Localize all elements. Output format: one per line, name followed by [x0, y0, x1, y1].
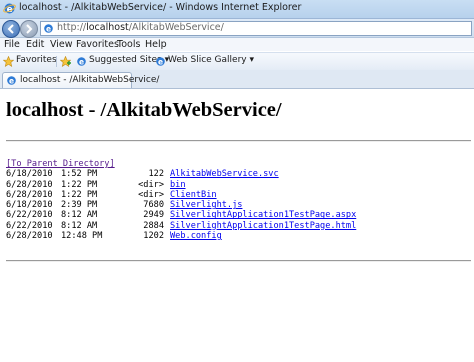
file-time: 8:12 AM — [61, 220, 98, 231]
file-time: 1:22 PM — [61, 179, 98, 190]
ie-page-icon: e — [7, 76, 16, 86]
url-text: http://localhost/AlkitabWebService/ — [57, 22, 224, 33]
menu-bar: File Edit View Favorites Tools Help — [0, 38, 474, 51]
file-size: 122 — [148, 169, 164, 180]
tab-active[interactable]: e localhost - /AlkitabWebService/ — [2, 72, 159, 88]
menu-view[interactable]: View — [50, 39, 73, 50]
file-time: 8:12 AM — [61, 210, 98, 221]
menu-favorites[interactable]: Favorites — [76, 39, 119, 50]
file-time: 12:48 PM — [61, 231, 103, 242]
page-title: localhost - /AlkitabWebService/ — [6, 99, 282, 121]
file-date: 6/22/2010 — [6, 210, 53, 221]
back-arrow-icon — [7, 24, 14, 34]
favorites-bar: Favorites e Suggested Sites ▾ e Web Slic… — [0, 52, 474, 71]
file-date: 6/22/2010 — [6, 220, 53, 231]
address-bar: e http://localhost/AlkitabWebService/ — [0, 19, 474, 38]
file-time: 1:22 PM — [61, 189, 98, 200]
add-favorite-icon[interactable] — [60, 56, 71, 67]
svg-text:e: e — [9, 77, 14, 86]
file-date: 6/28/2010 — [6, 179, 53, 190]
file-size: 2884 — [143, 220, 164, 231]
page-content: localhost - /AlkitabWebService/ [To Pare… — [0, 89, 474, 362]
file-date: 6/18/2010 — [6, 169, 53, 180]
menu-tools[interactable]: Tools — [117, 39, 140, 50]
file-size: <dir> — [138, 179, 164, 190]
menu-edit[interactable]: Edit — [26, 39, 44, 50]
favorites-button[interactable]: Favorites — [16, 55, 57, 65]
file-date: 6/28/2010 — [6, 189, 53, 200]
svg-text:e: e — [46, 25, 51, 34]
title-bar: e localhost - /AlkitabWebService/ - Wind… — [0, 0, 474, 19]
forward-arrow-icon — [26, 24, 33, 34]
list-item: 6/28/2010 1:22 PM <dir> ClientBin — [6, 190, 356, 200]
list-item: 6/18/2010 2:39 PM 7680 Silverlight.js — [6, 200, 356, 210]
tab-title: localhost - /AlkitabWebService/ — [20, 75, 160, 85]
window-title: localhost - /AlkitabWebService/ - Window… — [19, 2, 302, 13]
chevron-down-icon: ▾ — [249, 55, 255, 65]
separator — [56, 56, 57, 67]
file-link[interactable]: Silverlight.js — [170, 200, 242, 210]
suggested-sites-icon: e — [77, 57, 86, 67]
parent-directory-link[interactable]: [To Parent Directory] — [6, 159, 115, 169]
file-size: 7680 — [143, 200, 164, 211]
web-slice-icon: e — [156, 57, 165, 67]
ie-page-icon: e — [44, 24, 53, 34]
list-item: 6/22/2010 8:12 AM 2949 SilverlightApplicati… — [6, 210, 356, 220]
list-item: 6/28/2010 12:48 PM 1202 Web.config — [6, 231, 356, 241]
file-time: 2:39 PM — [61, 200, 98, 211]
menu-file[interactable]: File — [4, 39, 20, 50]
file-link[interactable]: SilverlightApplication1TestPage.aspx — [170, 210, 356, 220]
directory-listing: [To Parent Directory] 6/18/2010 1:52 PM 12… — [6, 159, 356, 241]
list-item: 6/28/2010 1:22 PM <dir> bin — [6, 180, 356, 190]
favorites-star-icon — [3, 56, 14, 67]
tab-bar: e localhost - /AlkitabWebService/ — [0, 70, 474, 89]
file-link[interactable]: AlkitabWebService.svc — [170, 169, 279, 179]
file-date: 6/18/2010 — [6, 200, 53, 211]
list-item: 6/18/2010 1:52 PM 122 AlkitabWebService.svc — [6, 169, 356, 179]
file-time: 1:52 PM — [61, 169, 98, 180]
menu-help[interactable]: Help — [145, 39, 167, 50]
folder-link[interactable]: ClientBin — [170, 190, 217, 200]
list-item: 6/22/2010 8:12 AM 2884 SilverlightApplicati… — [6, 221, 356, 231]
file-link[interactable]: Web.config — [170, 231, 222, 241]
divider — [6, 140, 471, 142]
forward-button[interactable] — [20, 20, 38, 38]
ie-icon: e — [3, 3, 16, 15]
file-date: 6/28/2010 — [6, 231, 53, 242]
file-size: 2949 — [143, 210, 164, 221]
url-input[interactable]: e http://localhost/AlkitabWebService/ — [40, 21, 472, 36]
file-size: 1202 — [143, 231, 164, 242]
folder-link[interactable]: bin — [170, 180, 186, 190]
divider — [6, 260, 471, 262]
back-button[interactable] — [2, 20, 20, 38]
file-size: <dir> — [138, 189, 164, 200]
svg-text:e: e — [79, 58, 84, 67]
file-link[interactable]: SilverlightApplication1TestPage.html — [170, 221, 356, 231]
svg-text:e: e — [158, 58, 163, 67]
web-slice-gallery-button[interactable]: Web Slice Gallery ▾ — [168, 55, 254, 65]
